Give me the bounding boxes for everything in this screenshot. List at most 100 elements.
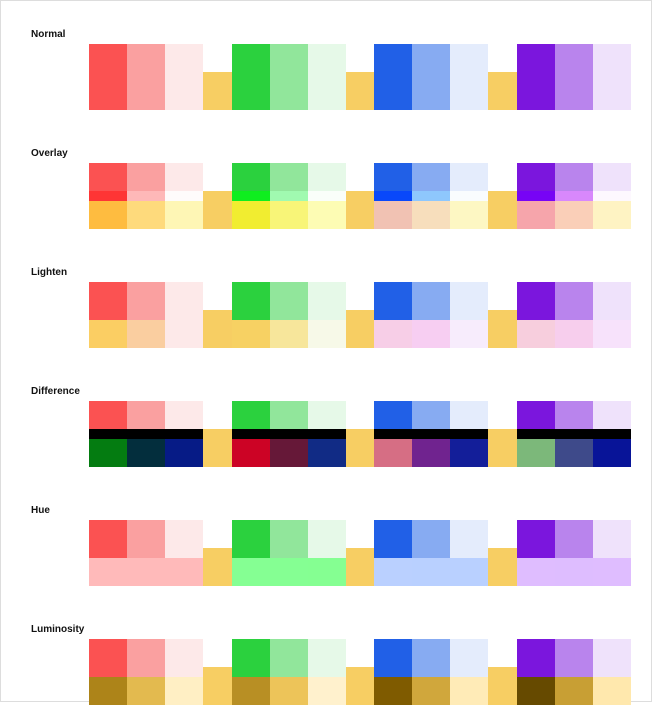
palette-group [517, 310, 631, 348]
swatch [593, 429, 631, 467]
swatch [270, 72, 308, 110]
section-label: Hue [21, 505, 631, 516]
swatch [232, 72, 270, 110]
swatch-stage [21, 639, 631, 705]
palette-group [374, 72, 488, 110]
swatch [555, 310, 593, 348]
blend-section-lighten: Lighten [21, 267, 631, 348]
swatch [232, 667, 270, 705]
section-label: Luminosity [21, 624, 631, 635]
swatch [555, 429, 593, 467]
swatch [593, 72, 631, 110]
swatch [450, 310, 488, 348]
swatch-row-blended [89, 191, 631, 229]
swatch-row-blended [89, 548, 631, 586]
palette-group [232, 548, 346, 586]
swatch [412, 667, 450, 705]
swatch [374, 72, 412, 110]
swatch-row-blended [89, 310, 631, 348]
section-label: Overlay [21, 148, 631, 159]
swatch [165, 548, 203, 586]
swatch [308, 548, 346, 586]
swatch [593, 191, 631, 229]
palette-group [517, 72, 631, 110]
swatch [89, 310, 127, 348]
blend-section-luminosity: Luminosity [21, 624, 631, 705]
swatch-stage [21, 520, 631, 586]
swatch [270, 429, 308, 467]
swatch [593, 667, 631, 705]
palette-group [89, 667, 203, 705]
palette-group [89, 72, 203, 110]
swatch [127, 72, 165, 110]
swatch [127, 429, 165, 467]
swatch [270, 191, 308, 229]
swatch [232, 429, 270, 467]
swatch [374, 429, 412, 467]
swatch [308, 429, 346, 467]
palette-group [89, 548, 203, 586]
swatch [308, 667, 346, 705]
swatch-row-blended [89, 72, 631, 110]
palette-group [232, 310, 346, 348]
swatch [270, 310, 308, 348]
palette-group [374, 429, 488, 467]
blend-section-normal: Normal [21, 29, 631, 110]
swatch [450, 548, 488, 586]
swatch [232, 310, 270, 348]
swatch [127, 191, 165, 229]
swatch [555, 191, 593, 229]
swatch [308, 72, 346, 110]
palette-group [374, 667, 488, 705]
swatch-row-blended [89, 667, 631, 705]
swatch [517, 548, 555, 586]
palette-group [374, 310, 488, 348]
palette-group [517, 548, 631, 586]
palette-group [517, 429, 631, 467]
swatch [517, 429, 555, 467]
palette-group [374, 191, 488, 229]
swatch [89, 548, 127, 586]
swatch [593, 310, 631, 348]
swatch-stage [21, 401, 631, 467]
swatch [555, 667, 593, 705]
swatch-stage [21, 282, 631, 348]
palette-group [232, 429, 346, 467]
swatch-stage [21, 44, 631, 110]
palette-group [374, 548, 488, 586]
swatch [165, 667, 203, 705]
palette-group [232, 72, 346, 110]
swatch [517, 191, 555, 229]
blend-section-difference: Difference [21, 386, 631, 467]
swatch [517, 72, 555, 110]
swatch [308, 191, 346, 229]
blend-section-hue: Hue [21, 505, 631, 586]
swatch [412, 191, 450, 229]
swatch [374, 310, 412, 348]
swatch [165, 72, 203, 110]
swatch [450, 429, 488, 467]
blend-section-overlay: Overlay [21, 148, 631, 229]
swatch [308, 310, 346, 348]
swatch [127, 667, 165, 705]
swatch [270, 548, 308, 586]
swatch-row-blended [89, 429, 631, 467]
swatch [232, 548, 270, 586]
swatch [412, 548, 450, 586]
palette-group [517, 667, 631, 705]
swatch [165, 191, 203, 229]
palette-group [89, 429, 203, 467]
swatch [232, 191, 270, 229]
swatch [374, 191, 412, 229]
swatch [555, 548, 593, 586]
swatch [450, 191, 488, 229]
section-label: Normal [21, 29, 631, 40]
swatch [412, 429, 450, 467]
swatch [89, 429, 127, 467]
palette-group [89, 191, 203, 229]
swatch [450, 72, 488, 110]
swatch [374, 548, 412, 586]
swatch [555, 72, 593, 110]
swatch [517, 667, 555, 705]
swatch [165, 429, 203, 467]
